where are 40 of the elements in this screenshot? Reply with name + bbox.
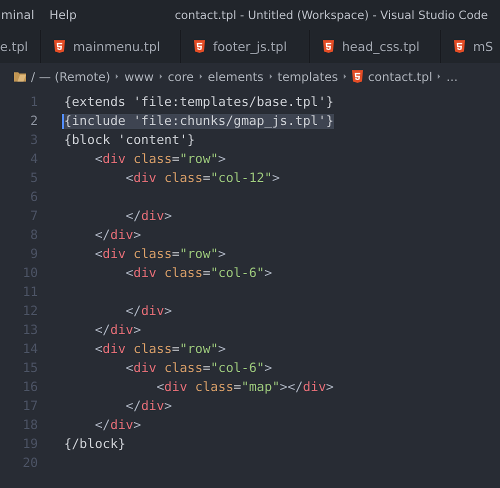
menu-item[interactable]: Help <box>49 8 77 22</box>
breadcrumb-item[interactable]: / — (Remote) <box>31 70 110 84</box>
code-line: {/block} <box>64 437 126 452</box>
code-line: {block 'content'} <box>64 133 195 148</box>
code-line: </div> <box>94 228 142 243</box>
code-line: <div class="col-6"> <box>126 266 272 281</box>
chevron-icon <box>268 73 273 80</box>
line-number: 2 <box>29 114 38 129</box>
chevron-icon <box>158 73 163 80</box>
code-line: <div class="row"> <box>94 342 226 357</box>
breadcrumb-item[interactable]: templates <box>278 70 338 84</box>
breadcrumb-item[interactable]: elements <box>208 70 264 84</box>
code-line: </div> <box>94 323 142 338</box>
code-line: </div> <box>126 399 172 414</box>
window-title: contact.tpl - Untitled (Workspace) - Visual Studio Code <box>174 8 488 22</box>
html5-icon <box>454 40 465 53</box>
html5-icon <box>323 40 334 53</box>
chevron-icon <box>198 73 203 80</box>
editor-tab[interactable]: e.tpl <box>0 30 41 63</box>
html5-icon <box>194 40 205 53</box>
code-line: {extends 'file:templates/base.tpl'} <box>64 95 334 110</box>
html5-icon <box>54 40 65 53</box>
code-line: </div> <box>126 209 172 224</box>
chevron-icon <box>437 73 442 80</box>
breadcrumb-item[interactable]: contact.tpl <box>368 70 432 84</box>
code-line: <div class="col-12"> <box>126 171 280 186</box>
chevron-icon <box>342 73 347 80</box>
code-line: </div> <box>94 418 142 433</box>
code-line: <div class="row"> <box>94 152 226 167</box>
breadcrumb-item[interactable]: core <box>168 70 194 84</box>
code-line: </div> <box>126 304 172 319</box>
folder-icon <box>14 71 26 82</box>
code-line: <div class="row"> <box>94 247 226 262</box>
chevron-icon <box>115 73 120 80</box>
code-line: <div class="col-6"> <box>126 361 272 376</box>
html5-icon <box>352 70 363 83</box>
breadcrumb-item[interactable]: www <box>124 70 154 84</box>
code-line: <div class="map"></div> <box>156 380 334 395</box>
breadcrumb-item[interactable]: ... <box>446 70 458 84</box>
menu-item[interactable]: minal <box>1 8 34 22</box>
